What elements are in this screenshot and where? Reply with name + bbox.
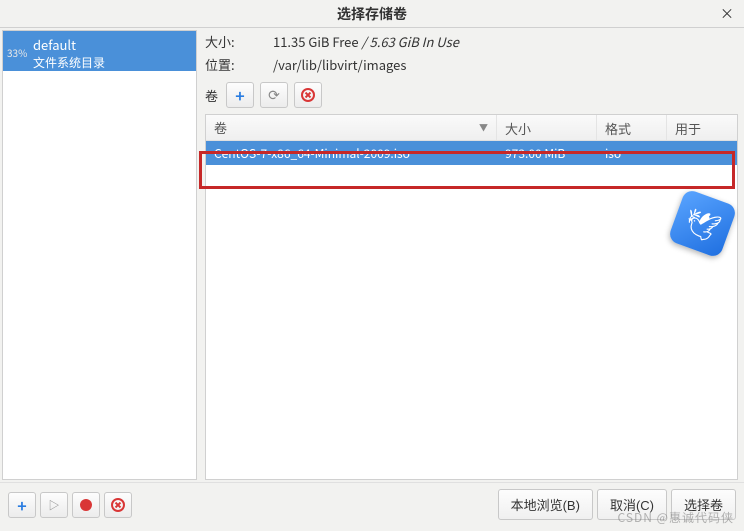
add-pool-button[interactable]: + <box>8 492 36 518</box>
right-pane: 大小: 11.35 GiB Free / 5.63 GiB In Use 位置:… <box>201 28 744 482</box>
volume-cell-format: iso <box>597 141 667 166</box>
pool-usage-percent: 33% <box>7 45 27 60</box>
add-volume-button[interactable]: + <box>226 82 254 108</box>
pool-item-default[interactable]: 33% default 文件系统目录 <box>3 31 196 71</box>
browse-local-button[interactable]: 本地浏览(B) <box>498 489 593 520</box>
start-pool-button[interactable]: ▷ <box>40 492 68 518</box>
size-label: 大小: <box>205 32 265 51</box>
volume-toolbar-label: 卷 <box>205 86 218 105</box>
pool-sidebar: 33% default 文件系统目录 <box>2 30 197 480</box>
size-used: 5.63 GiB In Use <box>370 32 459 51</box>
size-sep: / <box>359 32 370 51</box>
column-header-format[interactable]: 格式 <box>597 115 667 140</box>
titlebar: 选择存储卷 × <box>0 0 744 28</box>
stop-pool-button[interactable] <box>72 492 100 518</box>
volume-cell-used <box>667 149 737 157</box>
pool-name: default <box>33 35 190 54</box>
volume-cell-name: CentOS-7-x86_64-Minimal-2009.iso <box>206 141 497 166</box>
column-header-used[interactable]: 用于 <box>667 115 737 140</box>
close-icon[interactable]: × <box>718 4 736 22</box>
sort-indicator-icon: ▼ <box>479 121 488 134</box>
location-info-row: 位置: /var/lib/libvirt/images <box>205 55 738 74</box>
plus-icon: + <box>17 493 26 517</box>
volume-list-body: CentOS-7-x86_64-Minimal-2009.iso 973.00 … <box>206 141 737 479</box>
refresh-icon: ⟳ <box>268 85 280 105</box>
delete-volume-button[interactable] <box>294 82 322 108</box>
play-icon: ▷ <box>49 497 60 513</box>
window-title: 选择存储卷 <box>337 4 407 24</box>
location-value: /var/lib/libvirt/images <box>273 55 406 74</box>
bird-icon: 🕊 <box>679 199 726 249</box>
pool-type-label: 文件系统目录 <box>33 54 190 71</box>
delete-icon <box>111 498 125 512</box>
volume-row[interactable]: CentOS-7-x86_64-Minimal-2009.iso 973.00 … <box>206 141 737 165</box>
content-area: 33% default 文件系统目录 大小: 11.35 GiB Free / … <box>0 28 744 482</box>
plus-icon: + <box>235 83 244 107</box>
column-header-size[interactable]: 大小 <box>497 115 597 140</box>
size-value: 11.35 GiB Free / 5.63 GiB In Use <box>273 32 459 51</box>
column-header-name[interactable]: 卷 ▼ <box>206 115 497 140</box>
volume-list-header: 卷 ▼ 大小 格式 用于 <box>206 115 737 141</box>
floating-app-badge[interactable]: 🕊 <box>675 196 735 256</box>
volume-toolbar: 卷 + ⟳ <box>205 82 738 108</box>
size-free: 11.35 GiB Free <box>273 32 359 51</box>
delete-pool-button[interactable] <box>104 492 132 518</box>
badge-background: 🕊 <box>667 188 737 258</box>
record-icon <box>80 499 92 511</box>
volume-cell-size: 973.00 MiB <box>497 141 597 166</box>
location-label: 位置: <box>205 55 265 74</box>
size-info-row: 大小: 11.35 GiB Free / 5.63 GiB In Use <box>205 32 738 51</box>
refresh-volumes-button[interactable]: ⟳ <box>260 82 288 108</box>
delete-icon <box>301 88 315 102</box>
volume-list: 卷 ▼ 大小 格式 用于 CentOS-7-x86_64-Minimal-200… <box>205 114 738 480</box>
watermark-text: CSDN @惠诚代码侠 <box>618 509 734 526</box>
